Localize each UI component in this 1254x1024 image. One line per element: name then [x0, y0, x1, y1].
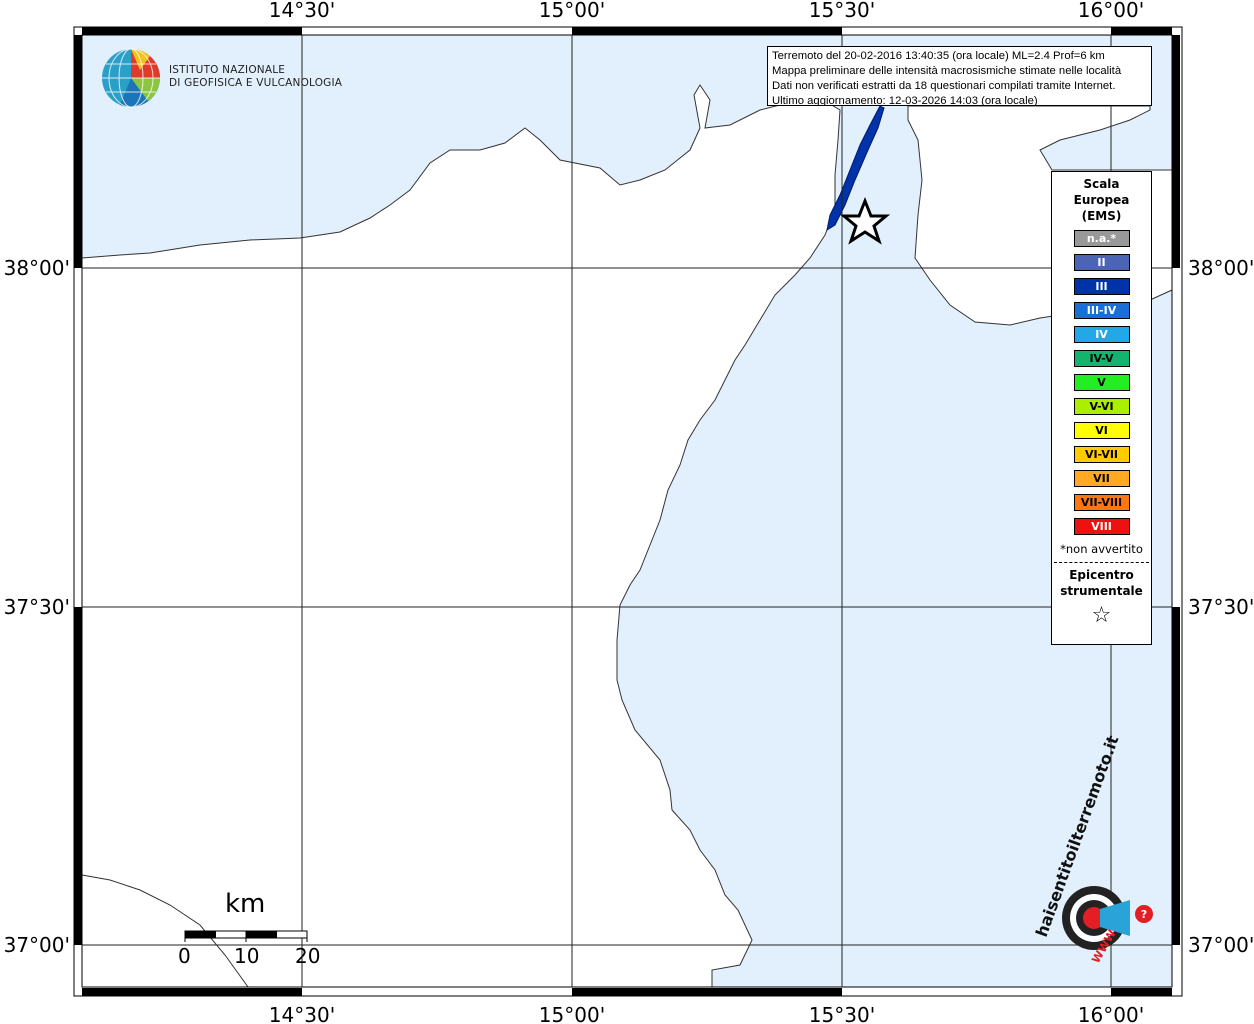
legend-item: IV — [1073, 326, 1130, 343]
legend-item: IV-V — [1073, 350, 1130, 367]
info-line-3: Dati non verificati estratti da 18 quest… — [772, 80, 1116, 92]
legend-title-line-1: Scala — [1083, 177, 1120, 191]
legend-title: Scala Europea (EMS) — [1052, 176, 1151, 224]
institute-line-2: DI GEOFISICA E VULCANOLOGIA — [169, 77, 343, 89]
legend-item: III-IV — [1073, 302, 1130, 319]
lat-label-right-2: 37°30' — [1188, 595, 1254, 619]
lon-label-bottom-1: 14°30' — [269, 1003, 335, 1024]
lon-label-top-2: 15°00' — [539, 0, 605, 22]
legend-item: V — [1073, 374, 1130, 391]
lon-label-top-1: 14°30' — [269, 0, 335, 22]
legend-item: VIII — [1073, 518, 1130, 535]
legend-items: n.a.* II III III-IV IV IV-V V V-VI VI VI-VII VII VI… — [1052, 230, 1151, 535]
lon-label-top-3: 15°30' — [809, 0, 875, 22]
svg-text:?: ? — [1141, 908, 1147, 921]
earthquake-info-box: Terremoto del 20-02-2016 13:40:35 (ora l… — [767, 46, 1152, 106]
lat-label-left-3: 37°00' — [4, 933, 70, 957]
legend-item: III — [1073, 278, 1130, 295]
lon-label-bottom-3: 15°30' — [809, 1003, 875, 1024]
legend-divider — [1054, 562, 1149, 563]
legend-title-line-2: Europea — [1073, 193, 1130, 207]
institute-line-1: ISTITUTO NAZIONALE — [169, 64, 286, 76]
scale-unit: km — [225, 889, 266, 919]
ingv-logo-icon — [102, 48, 160, 108]
scale-tick-10: 10 — [234, 944, 260, 968]
lat-label-left-2: 37°30' — [4, 595, 70, 619]
lat-label-right-1: 38°00' — [1188, 256, 1254, 280]
institute-name: ISTITUTO NAZIONALE DI GEOFISICA E VULCAN… — [169, 64, 342, 90]
legend-item: n.a.* — [1073, 230, 1130, 247]
info-line-1: Terremoto del 20-02-2016 13:40:35 (ora l… — [772, 50, 1105, 62]
lon-label-top-4: 16°00' — [1078, 0, 1144, 22]
scale-tick-0: 0 — [178, 944, 191, 968]
scale-tick-20: 20 — [295, 944, 321, 968]
legend-item: VI-VII — [1073, 446, 1130, 463]
legend-item: VI — [1073, 422, 1130, 439]
lon-label-bottom-4: 16°00' — [1078, 1003, 1144, 1024]
lat-label-left-1: 38°00' — [4, 256, 70, 280]
legend-title-line-3: (EMS) — [1081, 209, 1122, 223]
legend-item: V-VI — [1073, 398, 1130, 415]
legend-item: VII — [1073, 470, 1130, 487]
info-line-2: Mappa preliminare delle intensità macros… — [772, 65, 1122, 77]
epicenter-legend-label: Epicentro strumentale — [1052, 567, 1151, 599]
epicenter-label-line-1: Epicentro — [1069, 568, 1134, 582]
lat-label-right-3: 37°00' — [1188, 933, 1254, 957]
legend-note: *non avvertito — [1060, 542, 1143, 556]
lon-label-bottom-2: 15°00' — [539, 1003, 605, 1024]
ems-legend: Scala Europea (EMS) n.a.* II III III-IV IV IV… — [1051, 171, 1152, 645]
epicenter-legend-star-icon: ☆ — [1091, 603, 1112, 628]
legend-item: II — [1073, 254, 1130, 271]
epicenter-label-line-2: strumentale — [1060, 584, 1143, 598]
legend-item: VII-VIII — [1073, 494, 1130, 511]
info-line-4: Ultimo aggiornamento: 12-03-2026 14:03 (… — [772, 95, 1038, 106]
